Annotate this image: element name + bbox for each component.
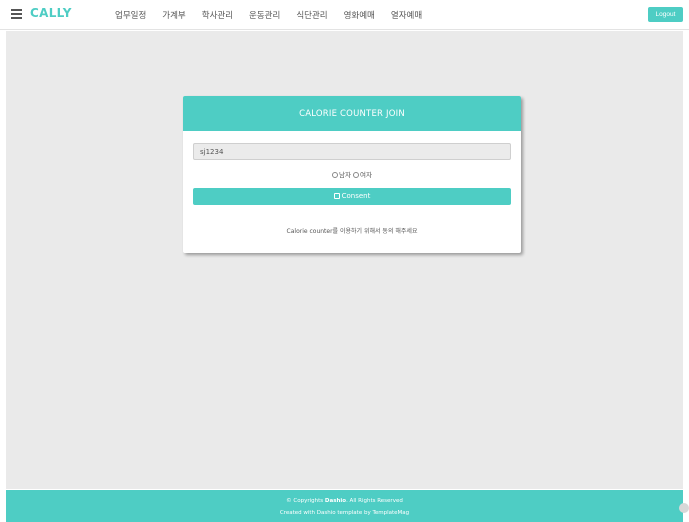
logout-button[interactable]: Logout <box>648 7 683 22</box>
nav-item-academic[interactable]: 학사관리 <box>202 9 233 21</box>
top-bar: CALLY 업무일정 가계부 학사관리 운동관리 식단관리 영화예매 열자예매 … <box>0 0 689 30</box>
scroll-up-icon[interactable] <box>679 503 689 513</box>
consent-button[interactable]: Consent <box>193 188 511 205</box>
gender-options: 남자 여자 <box>183 169 521 179</box>
user-id-input[interactable] <box>193 143 511 160</box>
nav-item-household-account[interactable]: 가계부 <box>162 9 185 21</box>
footer-copyright: © Copyrights Dashio. All Rights Reserved <box>286 498 403 504</box>
nav-item-exercise[interactable]: 운동관리 <box>249 9 280 21</box>
menu-icon[interactable] <box>11 9 22 19</box>
card-title: CALORIE COUNTER JOIN <box>183 96 521 131</box>
nav-item-train-booking[interactable]: 열자예매 <box>391 9 422 21</box>
logo[interactable]: CALLY <box>30 6 72 20</box>
gender-male-label: 남자 <box>338 171 351 179</box>
footer-credit: Created with Dashio template by Template… <box>279 510 410 516</box>
radio-female[interactable] <box>353 172 360 178</box>
join-card: CALORIE COUNTER JOIN 남자 여자 Consent Calor… <box>183 96 521 253</box>
consent-note: Calorie counter를 이용하기 위해서 동의 해주세요 <box>286 228 418 235</box>
consent-label: Consent <box>341 192 371 200</box>
nav-item-movie-booking[interactable]: 영화예매 <box>344 9 375 21</box>
main-nav: 업무일정 가계부 학사관리 운동관리 식단관리 영화예매 열자예매 <box>115 9 438 21</box>
radio-male[interactable] <box>331 172 338 178</box>
footer-brand: Dashio <box>324 498 347 504</box>
check-icon <box>333 193 340 199</box>
gender-female-label: 여자 <box>360 171 372 179</box>
footer: © Copyrights Dashio. All Rights Reserved… <box>6 490 683 522</box>
nav-item-schedule[interactable]: 업무일정 <box>115 9 146 21</box>
nav-item-diet[interactable]: 식단관리 <box>296 9 327 21</box>
